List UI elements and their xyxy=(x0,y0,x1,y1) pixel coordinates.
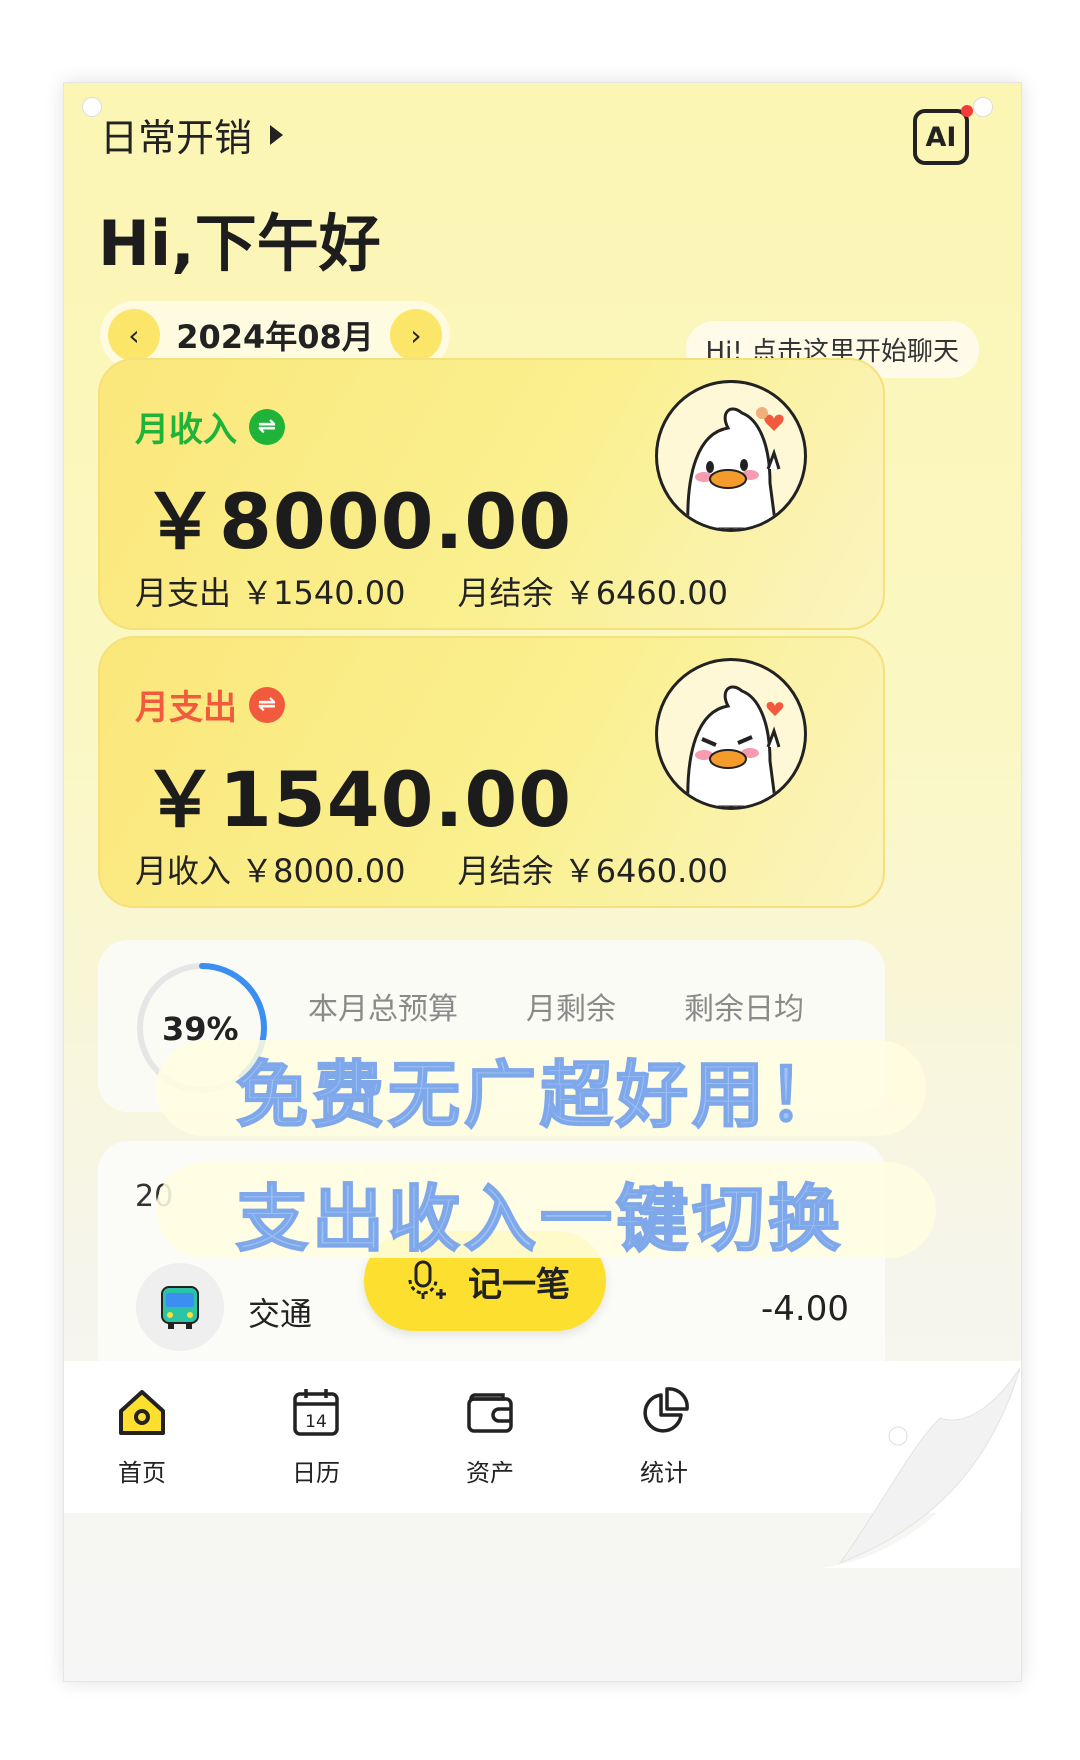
list-item-amount: -4.00 xyxy=(761,1289,849,1329)
book-selector[interactable]: 日常开销 xyxy=(100,107,284,162)
card-title: 月支出 ⇌ xyxy=(135,680,285,729)
chevron-right-icon[interactable]: › xyxy=(389,309,442,361)
tab-assets[interactable]: 资产 xyxy=(430,1385,550,1488)
tab-home[interactable]: 首页 xyxy=(82,1385,202,1488)
expense-card[interactable]: 月支出 ⇌ ￥1540.00 月收入 ￥8000.00 月结余 ￥6460.00 xyxy=(98,636,885,908)
bus-icon xyxy=(136,1263,224,1351)
expense-amount: ￥1540.00 xyxy=(142,755,573,844)
swap-icon[interactable]: ⇌ xyxy=(249,408,285,445)
swap-icon[interactable]: ⇌ xyxy=(249,686,285,723)
ai-button[interactable]: AI xyxy=(913,105,973,165)
promo-line-1: 免费无广超好用！ xyxy=(235,1052,844,1138)
corner-dot xyxy=(973,97,993,117)
card-title: 月收入 ⇌ xyxy=(135,402,285,451)
corner-dot xyxy=(82,97,102,117)
summary-income: 月收入 ￥8000.00 xyxy=(135,852,406,890)
duck-mascot-icon[interactable] xyxy=(655,380,807,532)
tab-stats[interactable]: 统计 xyxy=(604,1385,724,1488)
tab-calendar[interactable]: 14 日历 xyxy=(256,1385,376,1488)
card-summary: 月支出 ￥1540.00 月结余 ￥6460.00 xyxy=(135,568,728,614)
notification-dot xyxy=(961,105,973,117)
list-item-category: 交通 xyxy=(248,1295,313,1333)
summary-balance: 月结余 ￥6460.00 xyxy=(457,574,729,612)
income-title: 月收入 xyxy=(135,410,237,450)
greeting: Hi,下午好 xyxy=(98,207,381,280)
ai-label: AI xyxy=(925,121,957,153)
duck-mascot-icon[interactable] xyxy=(655,658,807,810)
book-name: 日常开销 xyxy=(100,116,253,160)
budget-daily-label: 剩余日均 xyxy=(684,992,804,1027)
tab-label: 日历 xyxy=(292,1459,340,1487)
budget-headers: 本月总预算 月剩余 剩余日均 xyxy=(308,984,804,1028)
svg-text:14: 14 xyxy=(305,1412,327,1432)
pie-chart-icon xyxy=(643,1387,689,1433)
summary-expense: 月支出 ￥1540.00 xyxy=(135,574,406,612)
budget-remaining-label: 月剩余 xyxy=(526,992,616,1027)
summary-balance: 月结余 ￥6460.00 xyxy=(457,852,729,890)
current-month[interactable]: 2024年08月 xyxy=(176,312,374,358)
wallet-icon xyxy=(467,1393,513,1433)
income-amount: ￥8000.00 xyxy=(142,477,573,566)
tab-label: 统计 xyxy=(640,1459,688,1487)
promo-line-2: 支出收入一键切换 xyxy=(235,1176,844,1262)
expense-title: 月支出 xyxy=(135,688,237,728)
tab-label: 资产 xyxy=(466,1459,514,1487)
budget-total-label: 本月总预算 xyxy=(308,992,458,1027)
chevron-left-icon[interactable]: ‹ xyxy=(108,309,160,361)
income-card[interactable]: 月收入 ⇌ ￥8000.00 月支出 ￥1540.00 月结余 ￥6460.00 xyxy=(98,358,885,630)
tab-label: 首页 xyxy=(118,1459,166,1487)
caret-right-icon xyxy=(270,124,284,145)
home-icon xyxy=(119,1390,165,1435)
card-summary: 月收入 ￥8000.00 月结余 ￥6460.00 xyxy=(135,846,728,892)
calendar-icon: 14 xyxy=(293,1389,339,1436)
page-curl xyxy=(820,1358,1020,1568)
